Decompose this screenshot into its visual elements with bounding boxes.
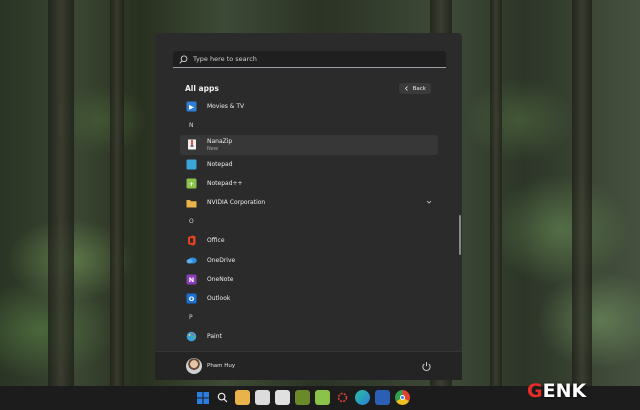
app-text: Outlook — [207, 295, 230, 302]
app-name: NanaZip — [207, 137, 233, 145]
app-text: OneNote — [207, 276, 233, 283]
app-text: Office — [207, 237, 225, 244]
app-text: Notepad — [207, 161, 233, 168]
taskbar-v-app-icon[interactable] — [295, 390, 310, 405]
taskbar-settings-icon[interactable] — [335, 390, 350, 405]
app-item-notepad[interactable]: + Notepad++ — [180, 174, 438, 193]
taskbar-word-icon[interactable] — [375, 390, 390, 405]
app-text: NanaZip New — [207, 138, 232, 152]
group-letter-label: N — [189, 122, 194, 130]
avatar[interactable] — [186, 358, 202, 374]
app-text: OneDrive — [207, 257, 235, 264]
taskbar-edge-icon[interactable] — [355, 390, 370, 405]
tree-trunk — [490, 0, 502, 410]
notepad-icon — [186, 159, 197, 170]
app-list: ▶ Movies & TV N NanaZip New Notepad + Notepad++… — [180, 97, 438, 346]
taskbar-file-explorer-icon[interactable] — [235, 390, 250, 405]
back-label: Back — [412, 85, 426, 92]
scrollbar[interactable] — [459, 215, 461, 255]
start-menu: All apps Back ▶ Movies & TV N NanaZipNew Not… — [155, 33, 462, 380]
app-name: Notepad — [207, 160, 233, 168]
app-item-movies-tv[interactable]: ▶ Movies & TV — [180, 97, 438, 116]
power-icon[interactable] — [421, 361, 432, 372]
app-item-onenote[interactable]: N OneNote — [180, 270, 438, 289]
movies-tv-icon: ▶ — [186, 101, 197, 112]
outlook-icon: O — [186, 293, 197, 304]
app-name: OneNote — [207, 275, 234, 283]
taskbar-chrome-icon[interactable] — [395, 390, 410, 405]
app-name: Office — [207, 237, 225, 245]
app-name: NVIDIA Corporation — [207, 199, 266, 207]
tree-trunk — [110, 0, 124, 410]
app-item-nvidia-corporation[interactable]: NVIDIA Corporation — [180, 193, 438, 212]
tree-trunk — [48, 0, 74, 410]
search-input[interactable] — [193, 55, 433, 63]
app-item-paint[interactable]: Paint — [180, 327, 438, 346]
svg-text:N: N — [189, 276, 194, 284]
taskbar-start-icon[interactable] — [195, 390, 210, 405]
chevron-down-icon[interactable] — [426, 199, 432, 205]
group-letter-label: P — [189, 314, 193, 322]
app-name: Outlook — [207, 294, 231, 302]
app-item-nanazip[interactable]: NanaZip New — [180, 135, 438, 155]
app-text: Notepad++ — [207, 180, 243, 187]
all-apps-header: All apps Back — [185, 83, 431, 95]
taskbar-app-icon[interactable] — [255, 390, 270, 405]
svg-text:+: + — [189, 180, 194, 188]
app-item-notepad[interactable]: Notepad — [180, 155, 438, 174]
taskbar-calendar-icon[interactable] — [275, 390, 290, 405]
start-footer: Pham Huy — [155, 351, 462, 380]
svg-text:▶: ▶ — [189, 103, 194, 111]
folder-icon — [186, 197, 197, 208]
search-icon — [179, 54, 188, 64]
app-name: Movies & TV — [207, 103, 245, 111]
tree-trunk — [572, 0, 592, 410]
svg-text:O: O — [189, 295, 195, 303]
group-letter-p[interactable]: P — [180, 308, 438, 327]
app-badge-new: New — [207, 145, 218, 152]
taskbar-notepad-plus-plus-icon[interactable] — [315, 390, 330, 405]
genk-logo: G ENK — [527, 380, 587, 402]
app-name: Paint — [207, 333, 222, 341]
group-letter-o[interactable]: O — [180, 212, 438, 231]
group-letter-n[interactable]: N — [180, 116, 438, 135]
group-letter-label: O — [189, 218, 194, 226]
back-button[interactable]: Back — [398, 83, 431, 94]
app-item-onedrive[interactable]: OneDrive — [180, 251, 438, 270]
app-text: NVIDIA Corporation — [207, 199, 265, 206]
search-box[interactable] — [173, 51, 446, 68]
onenote-icon: N — [186, 274, 197, 285]
chevron-left-icon — [404, 86, 408, 91]
taskbar-icons — [195, 390, 410, 405]
all-apps-title: All apps — [185, 84, 219, 93]
nanazip-icon — [186, 139, 197, 150]
paint-icon — [186, 331, 197, 342]
taskbar-search-icon[interactable] — [215, 390, 230, 405]
notepad-plus-plus-icon: + — [186, 178, 197, 189]
user-name[interactable]: Pham Huy — [207, 363, 235, 369]
office-icon — [186, 235, 197, 246]
app-name: OneDrive — [207, 256, 236, 264]
onedrive-icon — [186, 255, 197, 266]
app-text: Paint — [207, 333, 222, 340]
app-name: Notepad++ — [207, 179, 243, 187]
app-text: Movies & TV — [207, 103, 244, 110]
app-item-office[interactable]: Office — [180, 231, 438, 250]
app-item-outlook[interactable]: O Outlook — [180, 289, 438, 308]
